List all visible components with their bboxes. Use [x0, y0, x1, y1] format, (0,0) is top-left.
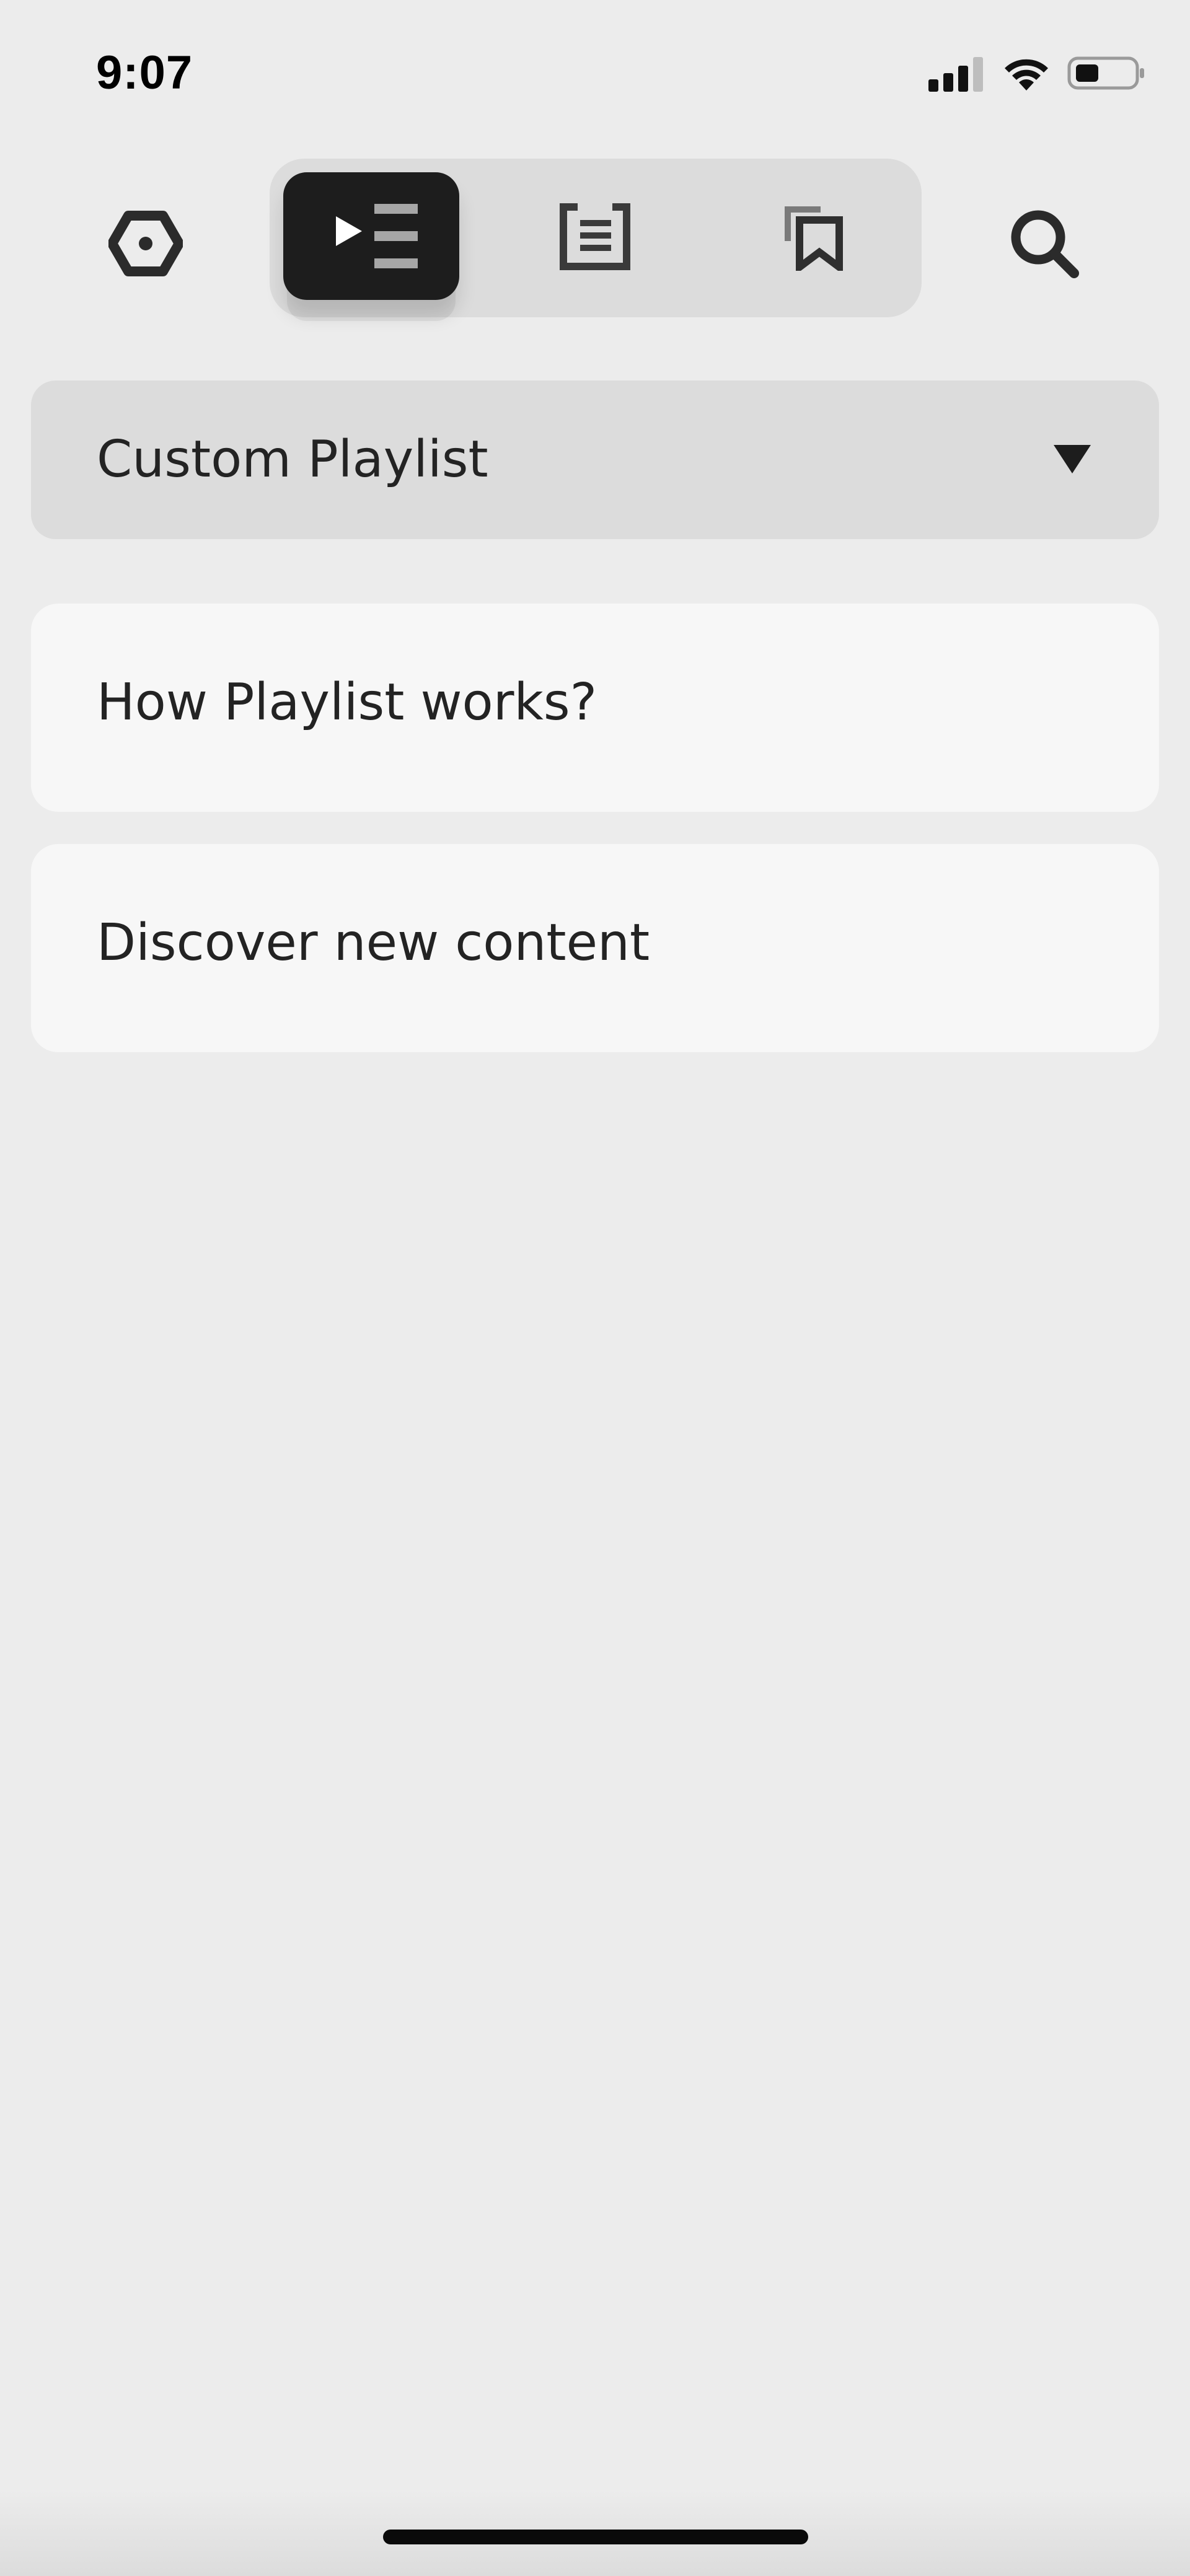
card-label: How Playlist works?: [97, 673, 597, 732]
top-toolbar: [0, 155, 1190, 322]
dropdown-selected-value: Custom Playlist: [97, 430, 488, 489]
status-icons: [928, 53, 1147, 96]
tab-article-list[interactable]: [487, 159, 703, 317]
hexagon-settings-icon: [107, 209, 184, 280]
bookmarks-icon: [781, 203, 843, 275]
wifi-icon: [1003, 55, 1050, 94]
discover-content-card[interactable]: Discover new content: [31, 844, 1159, 1052]
cellular-signal-icon: [928, 55, 985, 94]
playlist-dropdown[interactable]: Custom Playlist: [31, 380, 1159, 539]
tab-bookmarks[interactable]: [703, 159, 920, 317]
status-bar: 9:07: [0, 0, 1190, 143]
tab-playlist[interactable]: [270, 159, 487, 317]
search-button[interactable]: [998, 198, 1091, 291]
home-indicator[interactable]: [383, 2530, 808, 2544]
battery-icon: [1067, 55, 1147, 94]
search-icon: [1008, 208, 1080, 282]
caret-down-icon: [1054, 445, 1091, 473]
status-time: 9:07: [96, 46, 193, 99]
how-playlist-works-card[interactable]: How Playlist works?: [31, 604, 1159, 812]
settings-button[interactable]: [99, 198, 192, 291]
article-list-icon: [559, 203, 631, 273]
view-segmented-control: [270, 159, 922, 317]
playlist-icon: [336, 203, 420, 273]
card-label: Discover new content: [97, 913, 650, 972]
